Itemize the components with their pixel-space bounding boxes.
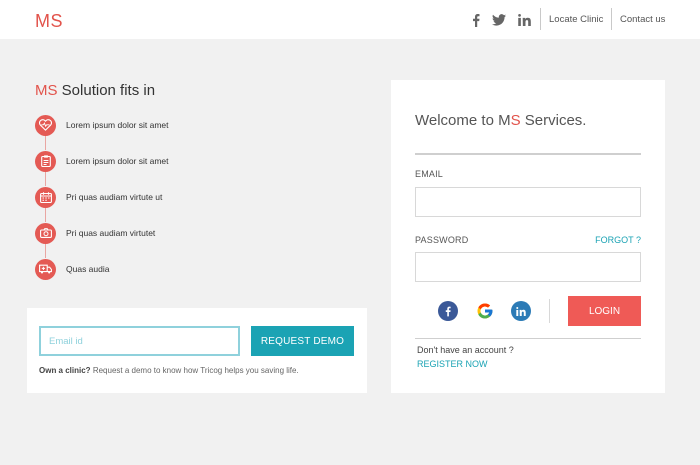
- heading-text: Solution fits in: [61, 82, 156, 99]
- email-label: EMAIL: [415, 169, 444, 179]
- feature-text: Lorem ipsum dolor sit amet: [66, 156, 169, 166]
- linkedin-icon[interactable]: [516, 12, 532, 28]
- solution-heading: MS Solution fits in: [35, 82, 155, 99]
- welcome-suffix: Services.: [524, 112, 587, 129]
- divider: [415, 153, 641, 155]
- demo-note-text: Request a demo to know how Tricog helps …: [92, 366, 299, 375]
- demo-note: Own a clinic? Request a demo to know how…: [39, 366, 299, 375]
- feature-text: Quas audia: [66, 264, 110, 274]
- top-navbar: MS Locate Clinic Contact us: [0, 0, 700, 39]
- timeline-connector: [45, 170, 46, 186]
- feature-item: Lorem ipsum dolor sit amet: [35, 114, 169, 136]
- password-label: PASSWORD: [415, 235, 469, 245]
- clipboard-icon: [35, 150, 56, 172]
- ambulance-icon: [35, 258, 56, 280]
- welcome-brand-s: S: [510, 112, 521, 129]
- heading-brand: MS: [35, 82, 58, 99]
- feature-text: Pri quas audiam virtutet: [66, 228, 156, 238]
- timeline-connector: [45, 206, 46, 222]
- feature-item: Quas audia: [35, 258, 109, 280]
- heart-rate-icon: [35, 114, 56, 136]
- nav-divider: [611, 8, 612, 30]
- feature-item: Lorem ipsum dolor sit amet: [35, 150, 169, 172]
- request-demo-card: REQUEST DEMO Own a clinic? Request a dem…: [27, 308, 367, 393]
- facebook-icon[interactable]: [468, 12, 484, 28]
- linkedin-icon[interactable]: [511, 301, 531, 321]
- twitter-icon[interactable]: [491, 12, 507, 28]
- feature-item: Pri quas audiam virtutet: [35, 222, 155, 244]
- password-field[interactable]: [415, 252, 641, 282]
- register-now-link[interactable]: REGISTER NOW: [417, 359, 488, 369]
- brand-logo[interactable]: MS: [35, 11, 63, 32]
- facebook-icon[interactable]: [438, 301, 458, 321]
- welcome-brand-m: M: [498, 112, 511, 129]
- login-card: Welcome to MS Services. EMAIL PASSWORD F…: [391, 80, 665, 393]
- feature-text: Lorem ipsum dolor sit amet: [66, 120, 169, 130]
- feature-text: Pri quas audiam virtute ut: [66, 192, 163, 202]
- forgot-password-link[interactable]: FORGOT ?: [595, 235, 641, 245]
- camera-icon: [35, 222, 56, 244]
- demo-email-input[interactable]: [39, 326, 240, 356]
- timeline-connector: [45, 242, 46, 258]
- divider: [415, 338, 641, 339]
- email-field[interactable]: [415, 187, 641, 217]
- calendar-icon: [35, 186, 56, 208]
- demo-note-bold: Own a clinic?: [39, 366, 91, 375]
- locate-clinic-link[interactable]: Locate Clinic: [549, 14, 603, 25]
- feature-item: Pri quas audiam virtute ut: [35, 186, 162, 208]
- contact-us-link[interactable]: Contact us: [620, 14, 665, 25]
- login-button[interactable]: LOGIN: [568, 296, 641, 326]
- social-divider: [549, 299, 550, 323]
- timeline-connector: [45, 134, 46, 150]
- nav-divider: [540, 8, 541, 30]
- welcome-prefix: Welcome to: [415, 112, 494, 129]
- no-account-text: Don't have an account ?: [417, 345, 514, 355]
- welcome-heading: Welcome to MS Services.: [415, 112, 586, 129]
- request-demo-button[interactable]: REQUEST DEMO: [251, 326, 354, 356]
- google-icon[interactable]: [475, 301, 495, 321]
